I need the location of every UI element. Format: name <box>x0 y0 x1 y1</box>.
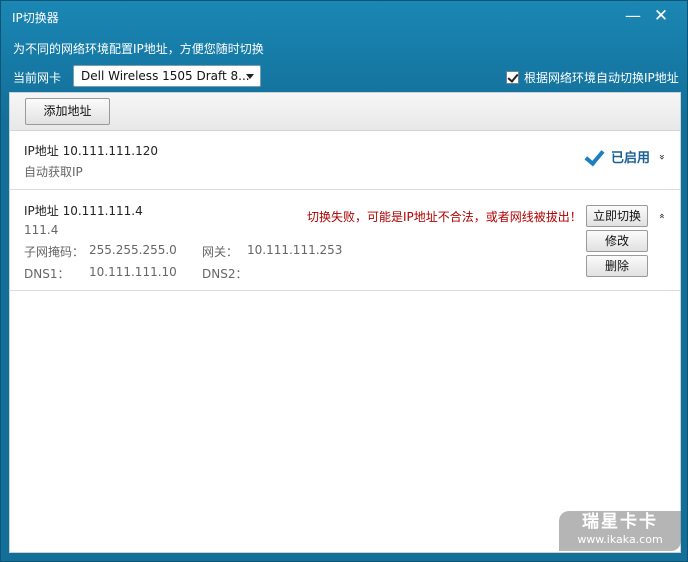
expand-icon[interactable]: » <box>656 152 667 162</box>
profile-panel: 添加地址 IP地址 10.111.111.120 自动获取IP 已启用 » IP… <box>9 92 681 553</box>
profile-ip: IP地址 10.111.111.4 <box>24 204 143 218</box>
title-bar: IP切换器 — ✕ <box>1 1 687 31</box>
window-subtitle: 为不同的网络环境配置IP地址，方便您随时切换 <box>13 42 264 56</box>
profile-ip-short: 111.4 <box>24 223 59 237</box>
profile-row[interactable]: IP地址 10.111.111.120 自动获取IP 已启用 » <box>10 131 680 190</box>
watermark-url: www.ikaka.com <box>577 533 663 546</box>
dns1-label: DNS1： <box>24 267 70 281</box>
enabled-status: 已启用 <box>585 147 650 166</box>
minimize-button[interactable]: — <box>623 6 643 26</box>
checkbox-checked-icon[interactable] <box>506 71 519 84</box>
watermark: 瑞星卡卡 www.ikaka.com <box>559 511 681 551</box>
profile-ip: IP地址 10.111.111.120 <box>24 144 159 158</box>
chevron-down-icon <box>246 74 254 79</box>
switch-now-button[interactable]: 立即切换 <box>586 205 648 227</box>
toolbar: 添加地址 <box>10 93 680 131</box>
window-title: IP切换器 <box>12 11 59 25</box>
auto-switch-checkbox[interactable]: 根据网络环境自动切换IP地址 <box>506 69 679 86</box>
nic-label: 当前网卡 <box>13 71 62 85</box>
ip-switcher-window: IP切换器 — ✕ 为不同的网络环境配置IP地址，方便您随时切换 当前网卡 De… <box>0 0 688 562</box>
delete-button[interactable]: 删除 <box>586 255 648 277</box>
checkmark-icon <box>585 148 603 166</box>
collapse-icon[interactable]: « <box>656 211 667 221</box>
dns1-value: 10.111.111.10 <box>89 265 177 279</box>
auto-switch-label: 根据网络环境自动切换IP地址 <box>524 71 679 85</box>
dns2-label: DNS2： <box>202 267 248 281</box>
gateway-label: 网关： <box>202 245 239 259</box>
gateway-value: 10.111.111.253 <box>247 243 343 257</box>
subnet-label: 子网掩码： <box>24 245 85 259</box>
nic-dropdown-value: Dell Wireless 1505 Draft 8... <box>81 69 250 83</box>
edit-button[interactable]: 修改 <box>586 230 648 252</box>
subnet-value: 255.255.255.0 <box>89 243 177 257</box>
close-button[interactable]: ✕ <box>651 6 671 26</box>
profile-row[interactable]: IP地址 10.111.111.4 111.4 子网掩码： 255.255.25… <box>10 190 680 291</box>
error-message: 切换失败，可能是IP地址不合法，或者网线被拔出！ <box>307 210 582 224</box>
watermark-brand: 瑞星卡卡 <box>582 512 658 532</box>
profile-mode: 自动获取IP <box>24 165 83 179</box>
add-address-button[interactable]: 添加地址 <box>25 98 110 125</box>
status-badge: 已启用 <box>610 151 650 166</box>
nic-dropdown[interactable]: Dell Wireless 1505 Draft 8... <box>73 65 261 87</box>
